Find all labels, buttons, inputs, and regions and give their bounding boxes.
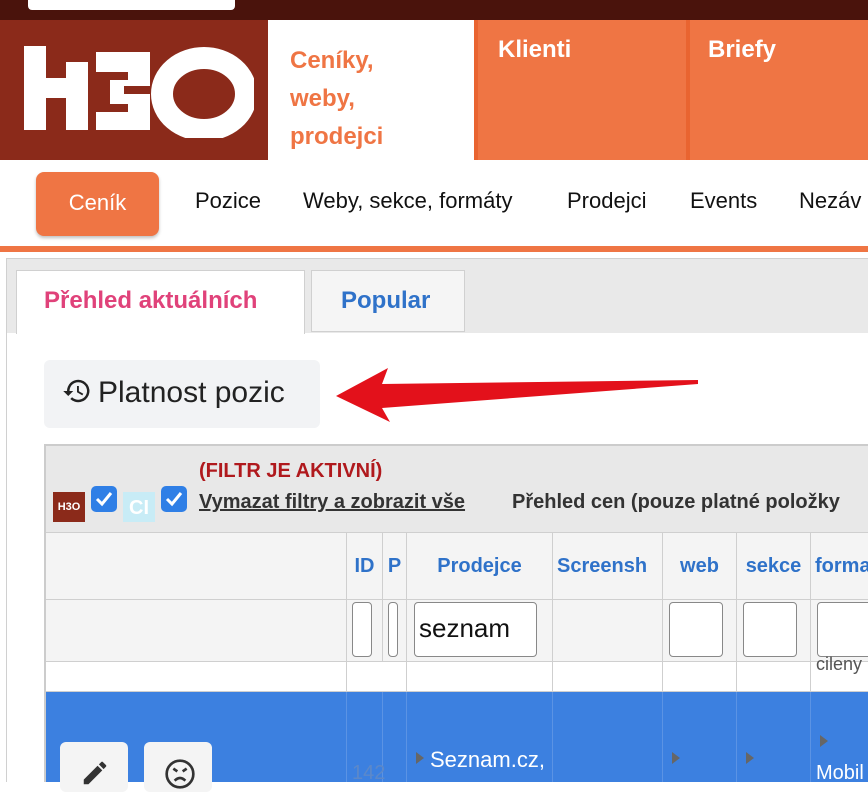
column-header-sekce[interactable]: sekce [736,532,810,600]
column-header-screenshot[interactable]: Screensh [552,532,662,600]
row-cell [662,692,663,782]
ci-checkbox[interactable] [161,486,187,512]
expand-triangle-icon[interactable] [746,752,754,764]
filter-cell [552,600,662,662]
sekce-filter-input[interactable] [743,602,797,657]
row-prodejce: Seznam.cz, [430,747,545,772]
checkmark-icon [95,492,113,507]
tab-ceniky-weby-prodejci[interactable]: Ceníky, weby, prodejci [268,20,474,160]
h3o-logo[interactable] [0,20,268,160]
tab-label-line: prodejci [290,123,384,150]
platnost-label: Platnost pozic [98,376,285,409]
tab-briefy[interactable]: Briefy [686,20,868,160]
clear-filters-link[interactable]: Vymazat filtry a zobrazit vše [199,491,465,514]
h3o-mini-logo: H3O [53,492,85,522]
subnav-divider [0,246,868,252]
expand-triangle-icon[interactable] [416,752,424,764]
tab-popular[interactable]: Popular [311,270,465,332]
nav-prodejci[interactable]: Prodejci [567,188,646,214]
tab-label: Briefy [708,36,777,63]
row-cell [346,692,347,782]
tab-label-line: Ceníky, [290,47,374,74]
nav-cenik-button[interactable]: Ceník [36,172,159,236]
grid-caption: Přehled cen (pouze platné položky [512,491,840,513]
spacer-cell [406,662,407,692]
id-filter-input[interactable] [352,602,372,657]
h3o-logo-icon [24,46,254,138]
nav-nezav[interactable]: Nezáv [799,188,861,214]
edit-button[interactable] [60,742,128,792]
row-cell [736,692,737,782]
history-icon [63,379,90,403]
ci-mini-logo: CI [123,492,155,522]
p-filter-input[interactable] [388,602,398,657]
web-filter-input[interactable] [669,602,723,657]
angry-face-button[interactable] [144,742,212,792]
prodejce-filter-input[interactable]: seznam [414,602,537,657]
nav-events[interactable]: Events [690,188,757,214]
h3o-checkbox[interactable] [91,486,117,512]
filter-active-label: (FILTR JE AKTIVNÍ) [199,460,383,482]
spacer-cell [662,662,663,692]
expand-triangle-icon[interactable] [820,735,828,747]
expand-triangle-icon[interactable] [672,752,680,764]
red-arrow-icon [336,368,698,422]
spacer-cell [810,662,811,692]
tab-label-line: weby, [290,85,355,112]
grid-spacer-row [46,662,868,692]
column-header-p[interactable]: P [382,532,406,600]
column-header-web[interactable]: web [662,532,736,600]
column-header-format[interactable]: forma [810,532,868,600]
angry-face-icon [165,759,195,789]
checkmark-icon [165,492,183,507]
spacer-cell [552,662,553,692]
format-filter-input[interactable] [817,602,868,657]
platnost-pozic-button[interactable]: Platnost pozic [44,360,320,428]
row-cell [406,692,407,782]
column-header-prodejce[interactable]: Prodejce [406,532,552,600]
nav-pozice[interactable]: Pozice [195,188,261,214]
row-cell [810,692,811,782]
clipped-cell-text: cileny [816,654,863,674]
spacer-cell [346,662,347,692]
column-header-id[interactable]: ID [346,532,382,600]
top-search-input[interactable] [28,0,235,10]
nav-weby-sekce-formaty[interactable]: Weby, sekce, formáty [303,188,512,214]
spacer-cell [736,662,737,692]
pencil-icon [83,761,107,785]
row-cell [552,692,553,782]
tab-klienti[interactable]: Klienti [474,20,686,160]
tab-label: Klienti [498,36,572,63]
tab-prehled-aktualnich[interactable]: Přehled aktuálních [16,270,305,334]
